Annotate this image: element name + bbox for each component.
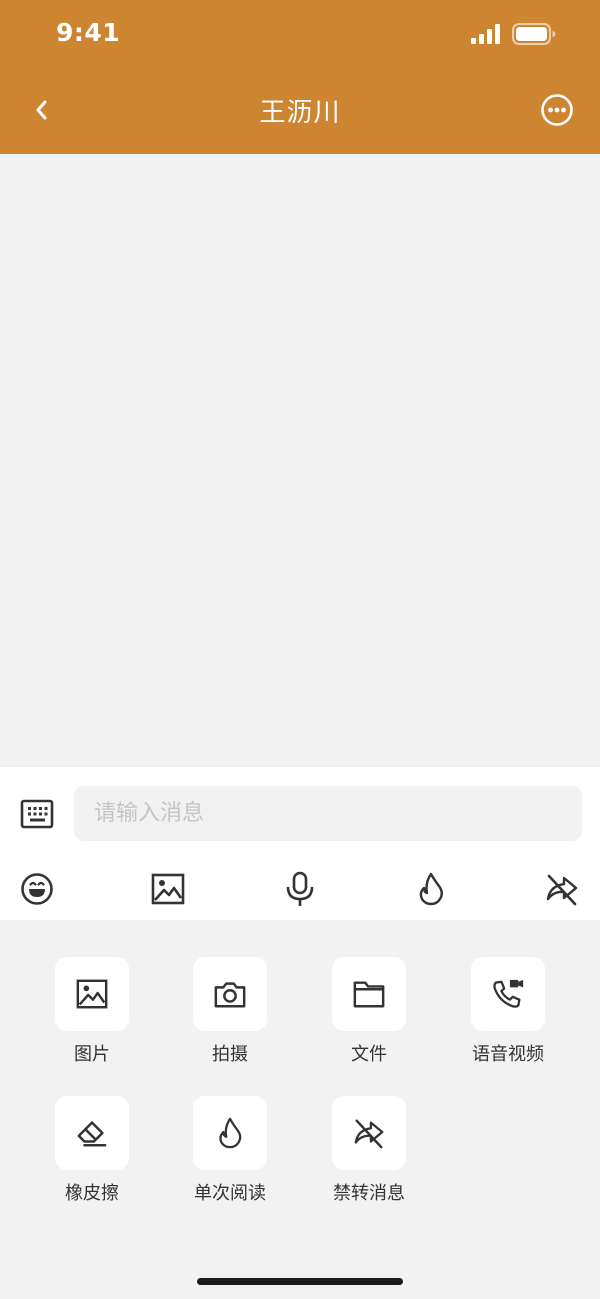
- flame-icon[interactable]: [413, 871, 449, 907]
- panel-tile: [193, 957, 267, 1031]
- panel-tile: [332, 1096, 406, 1170]
- more-actions-panel: 图片 拍摄 文件 语音视频 橡皮擦 单次阅读 禁转消息: [0, 920, 600, 1299]
- microphone-icon[interactable]: [282, 871, 318, 907]
- panel-tile: [471, 957, 545, 1031]
- panel-item-label: 拍摄: [212, 1044, 248, 1065]
- image-icon: [76, 979, 108, 1009]
- header-bar: 9:41 王沥川: [0, 0, 600, 154]
- panel-item-voice-video[interactable]: 语音视频: [448, 957, 568, 1066]
- phone-video-icon: [493, 979, 524, 1008]
- emoji-icon[interactable]: [19, 871, 55, 907]
- panel-item-label: 语音视频: [472, 1044, 544, 1065]
- image-icon[interactable]: [150, 871, 186, 907]
- panel-item-label: 图片: [74, 1044, 110, 1065]
- panel-item-label: 单次阅读: [194, 1183, 266, 1204]
- panel-item-camera[interactable]: 拍摄: [170, 957, 290, 1066]
- panel-item-no-forward[interactable]: 禁转消息: [309, 1096, 429, 1205]
- message-list[interactable]: [0, 154, 600, 766]
- panel-tile: [193, 1096, 267, 1170]
- panel-tile: [55, 1096, 129, 1170]
- more-icon: [541, 94, 573, 126]
- panel-item-eraser[interactable]: 橡皮擦: [32, 1096, 152, 1205]
- panel-item-label: 橡皮擦: [65, 1183, 119, 1204]
- panel-item-label: 禁转消息: [333, 1183, 405, 1204]
- composer-toolbar: [0, 871, 600, 911]
- panel-item-burn-after-read[interactable]: 单次阅读: [170, 1096, 290, 1205]
- more-button[interactable]: [540, 93, 574, 127]
- flame-icon: [219, 1117, 242, 1149]
- panel-item-image[interactable]: 图片: [32, 957, 152, 1066]
- no-forward-icon[interactable]: [544, 871, 580, 907]
- panel-tile: [55, 957, 129, 1031]
- eraser-icon: [77, 1121, 107, 1147]
- folder-icon: [353, 981, 385, 1008]
- home-indicator[interactable]: [197, 1278, 403, 1285]
- composer-bar: [0, 766, 600, 920]
- keyboard-icon: [20, 799, 54, 829]
- status-icons: [470, 22, 556, 46]
- panel-item-label: 文件: [351, 1044, 387, 1065]
- keyboard-toggle-button[interactable]: [20, 797, 54, 831]
- message-input[interactable]: [74, 786, 582, 841]
- panel-tile: [332, 957, 406, 1031]
- no-forward-icon: [354, 1119, 384, 1149]
- camera-icon: [214, 982, 246, 1008]
- panel-item-file[interactable]: 文件: [309, 957, 429, 1066]
- battery-icon: [512, 23, 556, 45]
- chat-title: 王沥川: [259, 98, 341, 128]
- signal-icon: [471, 24, 500, 44]
- status-time: 9:41: [56, 18, 121, 47]
